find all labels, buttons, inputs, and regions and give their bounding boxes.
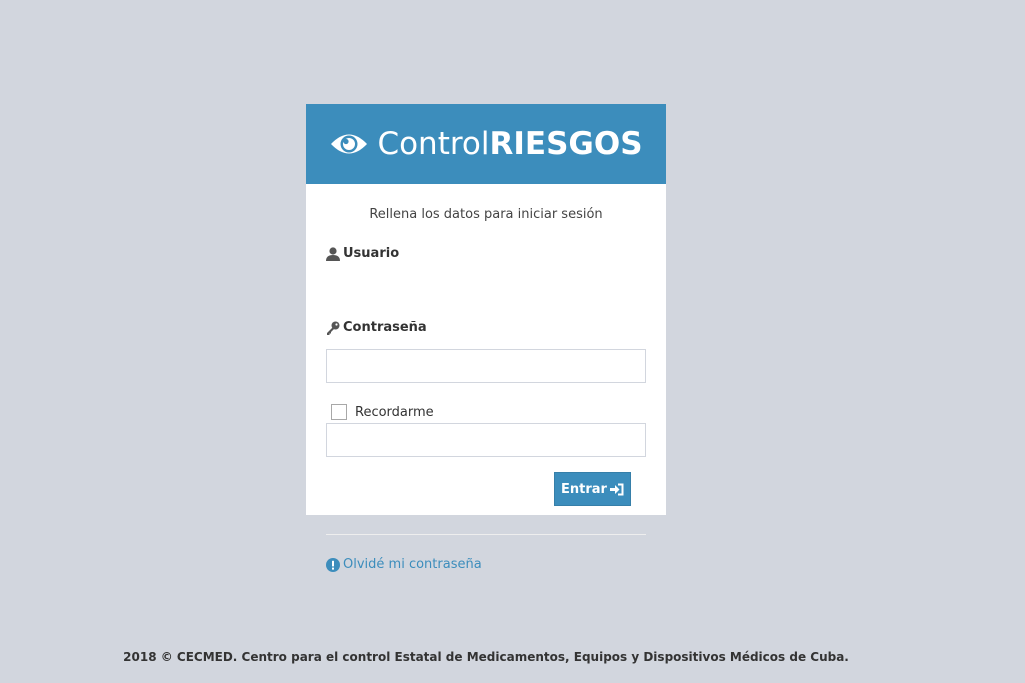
key-icon: [327, 321, 340, 335]
username-label-text: Usuario: [343, 246, 400, 261]
brand-name-prefix: Control: [377, 126, 490, 162]
user-icon: [326, 246, 340, 261]
divider: [326, 534, 646, 535]
enter-button-label: Entrar: [561, 481, 607, 497]
login-logo: Control RIESGOS: [306, 104, 666, 184]
remember-me[interactable]: Recordarme: [331, 404, 434, 420]
exclamation-circle-icon: [326, 557, 340, 572]
login-form: Rellena los datos para iniciar sesión Us…: [306, 184, 666, 572]
password-label-text: Contraseña: [343, 320, 427, 335]
forgot-password-link[interactable]: Olvidé mi contraseña: [326, 557, 482, 572]
brand-name-suffix: RIESGOS: [489, 126, 643, 162]
eye-icon: [331, 134, 368, 154]
username-input[interactable]: [326, 349, 646, 383]
forgot-password-label: Olvidé mi contraseña: [343, 557, 482, 572]
login-message: Rellena los datos para iniciar sesión: [369, 207, 603, 222]
remember-checkbox[interactable]: [331, 404, 347, 420]
sign-in-icon: [609, 483, 624, 495]
username-label: Usuario: [326, 246, 399, 261]
login-box: Control RIESGOS Rellena los datos para in…: [306, 104, 666, 572]
password-label: Contraseña: [326, 320, 427, 335]
enter-button[interactable]: Entrar: [554, 472, 631, 506]
password-input[interactable]: [326, 423, 646, 457]
remember-label: Recordarme: [355, 404, 434, 420]
footer-text: 2018 © CECMED. Centro para el control Es…: [123, 650, 849, 664]
